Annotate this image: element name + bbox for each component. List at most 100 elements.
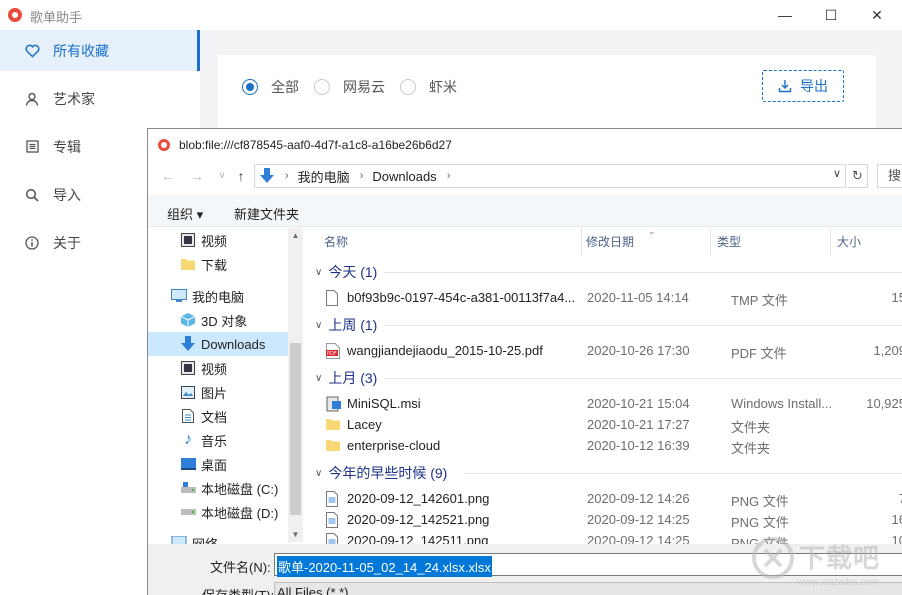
- nav-item-music[interactable]: ♪ 音乐: [148, 428, 288, 452]
- group-divider: [384, 378, 902, 379]
- close-button[interactable]: ✕: [854, 0, 900, 30]
- file-name: Lacey: [347, 417, 382, 432]
- app-title-bar: 歌单助手 — ☐ ✕: [0, 0, 902, 30]
- chevron-down-icon[interactable]: ∨: [833, 167, 841, 180]
- svg-text:PDF: PDF: [327, 351, 337, 357]
- radio-netease[interactable]: 网易云: [314, 77, 385, 97]
- file-date: 2020-09-12 14:25: [587, 512, 690, 527]
- breadcrumb-computer[interactable]: 我的电脑: [298, 167, 350, 186]
- organize-button[interactable]: 组织 ▾: [167, 204, 203, 223]
- column-header-size[interactable]: 大小: [831, 228, 902, 256]
- scroll-down-arrow-icon[interactable]: ▼: [288, 527, 303, 542]
- breadcrumb-downloads[interactable]: Downloads: [372, 169, 436, 184]
- recent-dropdown-icon[interactable]: ∨: [212, 166, 232, 186]
- nav-item-documents[interactable]: 文档: [148, 404, 288, 428]
- maximize-button[interactable]: ☐: [808, 0, 854, 30]
- file-date: 2020-10-21 17:27: [587, 417, 690, 432]
- chevron-down-icon: ∨: [315, 266, 323, 278]
- save-file-dialog: blob:file:///cf878545-aaf0-4d7f-a1c8-a16…: [147, 128, 902, 595]
- column-header-name[interactable]: 名称: [306, 228, 582, 256]
- file-name: 2020-09-12_142601.png: [347, 491, 490, 506]
- sidebar-item-label: 关于: [53, 234, 81, 251]
- group-header-earlier-this-year[interactable]: ∨ 今年的早些时候 (9): [315, 463, 447, 483]
- file-date: 2020-09-12 14:26: [587, 491, 690, 506]
- file-row[interactable]: Lacey 2020-10-21 17:27 文件夹: [326, 415, 902, 436]
- file-name: MiniSQL.msi: [347, 396, 421, 411]
- folder-icon: [180, 256, 196, 272]
- installer-icon: [326, 396, 341, 412]
- nav-item-3d-objects[interactable]: 3D 对象: [148, 308, 288, 332]
- download-arrow-icon: [180, 336, 196, 352]
- nav-item-desktop[interactable]: 桌面: [148, 452, 288, 476]
- filetype-label: 保存类型(T):: [202, 585, 274, 595]
- image-file-icon: [326, 491, 340, 507]
- group-header-last-month[interactable]: ∨ 上月 (3): [315, 368, 377, 388]
- search-icon: [24, 187, 40, 203]
- column-header-type[interactable]: 类型: [711, 228, 831, 256]
- navigation-pane: 视频 下载 我的电脑 3D 对象 Downloads 视频 图片 文档 ♪ 音乐…: [148, 228, 303, 552]
- nav-item-downloads[interactable]: Downloads: [148, 332, 288, 356]
- group-header-last-week[interactable]: ∨ 上周 (1): [315, 315, 377, 335]
- file-type: 文件夹: [731, 441, 771, 456]
- filetype-select[interactable]: All Files (*.*): [274, 582, 902, 595]
- address-bar[interactable]: › 我的电脑 › Downloads › ∨: [254, 164, 846, 188]
- chevron-right-icon: ›: [359, 170, 364, 182]
- nav-item-label: 3D 对象: [201, 313, 248, 329]
- file-name: wangjiandejiaodu_2015-10-25.pdf: [347, 343, 543, 358]
- sidebar-item-artists[interactable]: 艺术家: [0, 78, 200, 119]
- up-arrow-icon[interactable]: ↑: [231, 166, 251, 186]
- radio-circle: [400, 79, 416, 95]
- forward-arrow-icon[interactable]: →: [187, 166, 207, 186]
- file-row[interactable]: enterprise-cloud 2020-10-12 16:39 文件夹: [326, 436, 902, 457]
- nav-item-label: 我的电脑: [192, 289, 245, 305]
- file-size: 10,925: [866, 396, 902, 411]
- group-header-today[interactable]: ∨ 今天 (1): [315, 262, 377, 282]
- drive-icon: [180, 504, 196, 520]
- file-row[interactable]: 2020-09-12_142521.png 2020-09-12 14:25 P…: [326, 510, 902, 531]
- back-arrow-icon[interactable]: ←: [158, 166, 178, 186]
- app-title: 歌单助手: [30, 10, 83, 25]
- dialog-title-bar: blob:file:///cf878545-aaf0-4d7f-a1c8-a16…: [148, 129, 902, 161]
- command-bar: 组织 ▾ 新建文件夹: [148, 195, 902, 227]
- person-icon: [24, 91, 40, 107]
- export-button[interactable]: 导出: [762, 70, 844, 102]
- radio-all[interactable]: 全部: [242, 77, 299, 97]
- sidebar-item-label: 艺术家: [53, 90, 95, 107]
- sidebar-item-all-favorites[interactable]: 所有收藏: [0, 30, 200, 71]
- file-date: 2020-10-21 15:04: [587, 396, 690, 411]
- nav-item-this-pc[interactable]: 我的电脑: [148, 284, 288, 308]
- search-input[interactable]: 搜: [877, 164, 902, 188]
- nav-item-pictures[interactable]: 图片: [148, 380, 288, 404]
- nav-item-drive-d[interactable]: 本地磁盘 (D:): [148, 500, 288, 524]
- nav-item-label: 文档: [201, 409, 228, 425]
- nav-item-videos-pc[interactable]: 视频: [148, 356, 288, 380]
- file-type: PNG 文件: [731, 494, 789, 509]
- nav-item-label: 本地磁盘 (D:): [201, 505, 279, 521]
- file-row[interactable]: MiniSQL.msi 2020-10-21 15:04 Windows Ins…: [326, 394, 902, 415]
- group-divider: [464, 473, 902, 474]
- radio-xiami[interactable]: 虾米: [400, 77, 457, 97]
- refresh-icon[interactable]: ↻: [848, 164, 868, 188]
- nav-scrollbar[interactable]: ▲ ▼: [288, 228, 303, 542]
- 3d-objects-icon: [180, 312, 196, 328]
- nav-item-videos[interactable]: 视频: [148, 228, 288, 252]
- export-label: 导出: [800, 78, 828, 94]
- nav-item-downloads-cn[interactable]: 下载: [148, 252, 288, 276]
- file-row[interactable]: PDF wangjiandejiaodu_2015-10-25.pdf 2020…: [326, 341, 902, 362]
- group-label: 今年的早些时候 (9): [328, 465, 448, 481]
- filename-input[interactable]: 歌单-2020-11-05_02_14_24.xlsx.xlsx: [274, 553, 902, 577]
- scroll-up-arrow-icon[interactable]: ▲: [288, 228, 303, 243]
- column-header-date[interactable]: 修改日期: [568, 228, 711, 256]
- file-row[interactable]: 2020-09-12_142601.png 2020-09-12 14:26 P…: [326, 489, 902, 510]
- filename-value: 歌单-2020-11-05_02_14_24.xlsx.xlsx: [277, 556, 492, 577]
- scrollbar-thumb[interactable]: [290, 343, 301, 515]
- nav-item-drive-c[interactable]: 本地磁盘 (C:): [148, 476, 288, 500]
- file-type: PNG 文件: [731, 515, 789, 530]
- app-logo-icon: [8, 8, 22, 22]
- new-folder-button[interactable]: 新建文件夹: [234, 204, 299, 223]
- sidebar-item-label: 所有收藏: [53, 42, 109, 59]
- app-logo-icon: [158, 139, 170, 151]
- file-row[interactable]: b0f93b9c-0197-454c-a381-00113f7a4... 202…: [326, 288, 902, 309]
- minimize-button[interactable]: —: [762, 0, 808, 30]
- file-type: TMP 文件: [731, 293, 788, 308]
